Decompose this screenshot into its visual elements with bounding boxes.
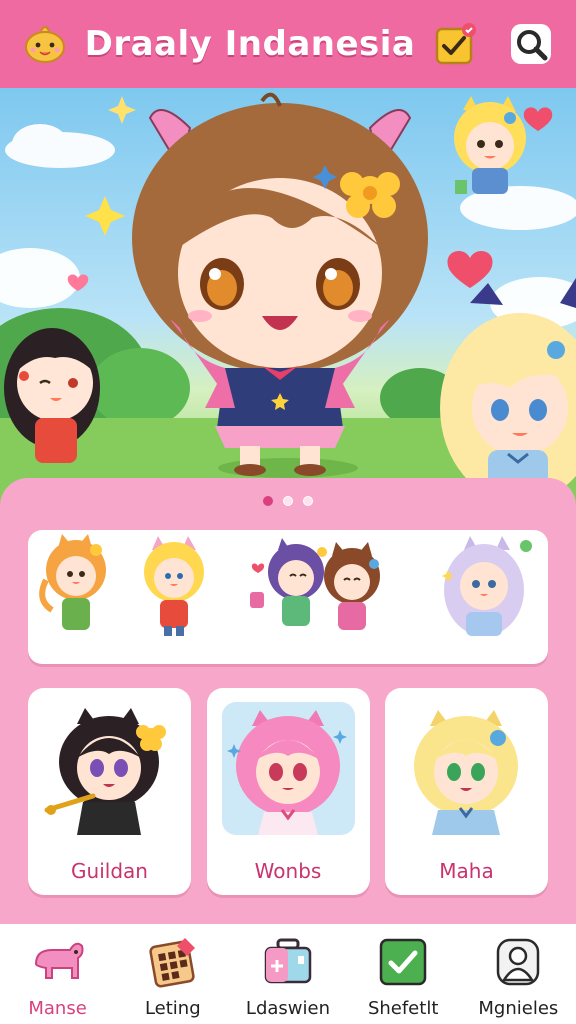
- nav-item-manse[interactable]: Manse: [3, 934, 113, 1019]
- sticker-lavender-girl[interactable]: [442, 536, 532, 636]
- checkbox-icon: [375, 934, 431, 990]
- nav-label: Mgnieles: [478, 998, 559, 1019]
- nav-item-ldaswien[interactable]: Ldaswien: [233, 934, 343, 1019]
- chick-mascot-icon[interactable]: [22, 21, 68, 67]
- bottom-nav: Manse Leting Ldaswien Shefetlt Mgnieles: [0, 924, 576, 1024]
- checklist-icon[interactable]: [432, 21, 478, 67]
- carousel-dot[interactable]: [283, 496, 293, 506]
- character-name: Wonbs: [254, 859, 322, 883]
- character-portrait: [400, 702, 533, 835]
- pink-animal-icon: [30, 934, 86, 990]
- character-card[interactable]: Guildan: [28, 688, 191, 895]
- character-name: Maha: [439, 859, 494, 883]
- sticker-strip[interactable]: [28, 530, 548, 664]
- nav-label: Manse: [28, 998, 87, 1019]
- character-card[interactable]: Maha: [385, 688, 548, 895]
- character-cards: Guildan Wonbs Maha: [28, 688, 548, 895]
- nav-item-mgnieles[interactable]: Mgnieles: [463, 934, 573, 1019]
- nav-label: Ldaswien: [245, 998, 330, 1019]
- character-card[interactable]: Wonbs: [206, 688, 370, 895]
- sticker-cat-girl[interactable]: [144, 536, 204, 636]
- sticker-pair[interactable]: [250, 538, 380, 630]
- carousel-indicator: [0, 496, 576, 506]
- nav-item-shefetlt[interactable]: Shefetlt: [348, 934, 458, 1019]
- character-portrait: [43, 702, 176, 835]
- search-icon[interactable]: [508, 21, 554, 67]
- app-header: Draaly Indanesia: [0, 0, 576, 88]
- nav-item-leting[interactable]: Leting: [118, 934, 228, 1019]
- character-name: Guildan: [71, 859, 148, 883]
- nav-label: Leting: [144, 998, 201, 1019]
- app-title: Draaly Indanesia: [84, 24, 416, 64]
- content-panel: Guildan Wonbs Maha: [0, 478, 576, 924]
- suitcase-icon: [260, 934, 316, 990]
- carousel-dot[interactable]: [303, 496, 313, 506]
- sticker-tiger[interactable]: [39, 534, 106, 630]
- sticker-grid-icon: [145, 934, 201, 990]
- profile-icon: [490, 934, 546, 990]
- carousel-dot[interactable]: [263, 496, 273, 506]
- character-portrait: [221, 702, 355, 835]
- hero-banner[interactable]: [0, 88, 576, 508]
- nav-label: Shefetlt: [367, 998, 439, 1019]
